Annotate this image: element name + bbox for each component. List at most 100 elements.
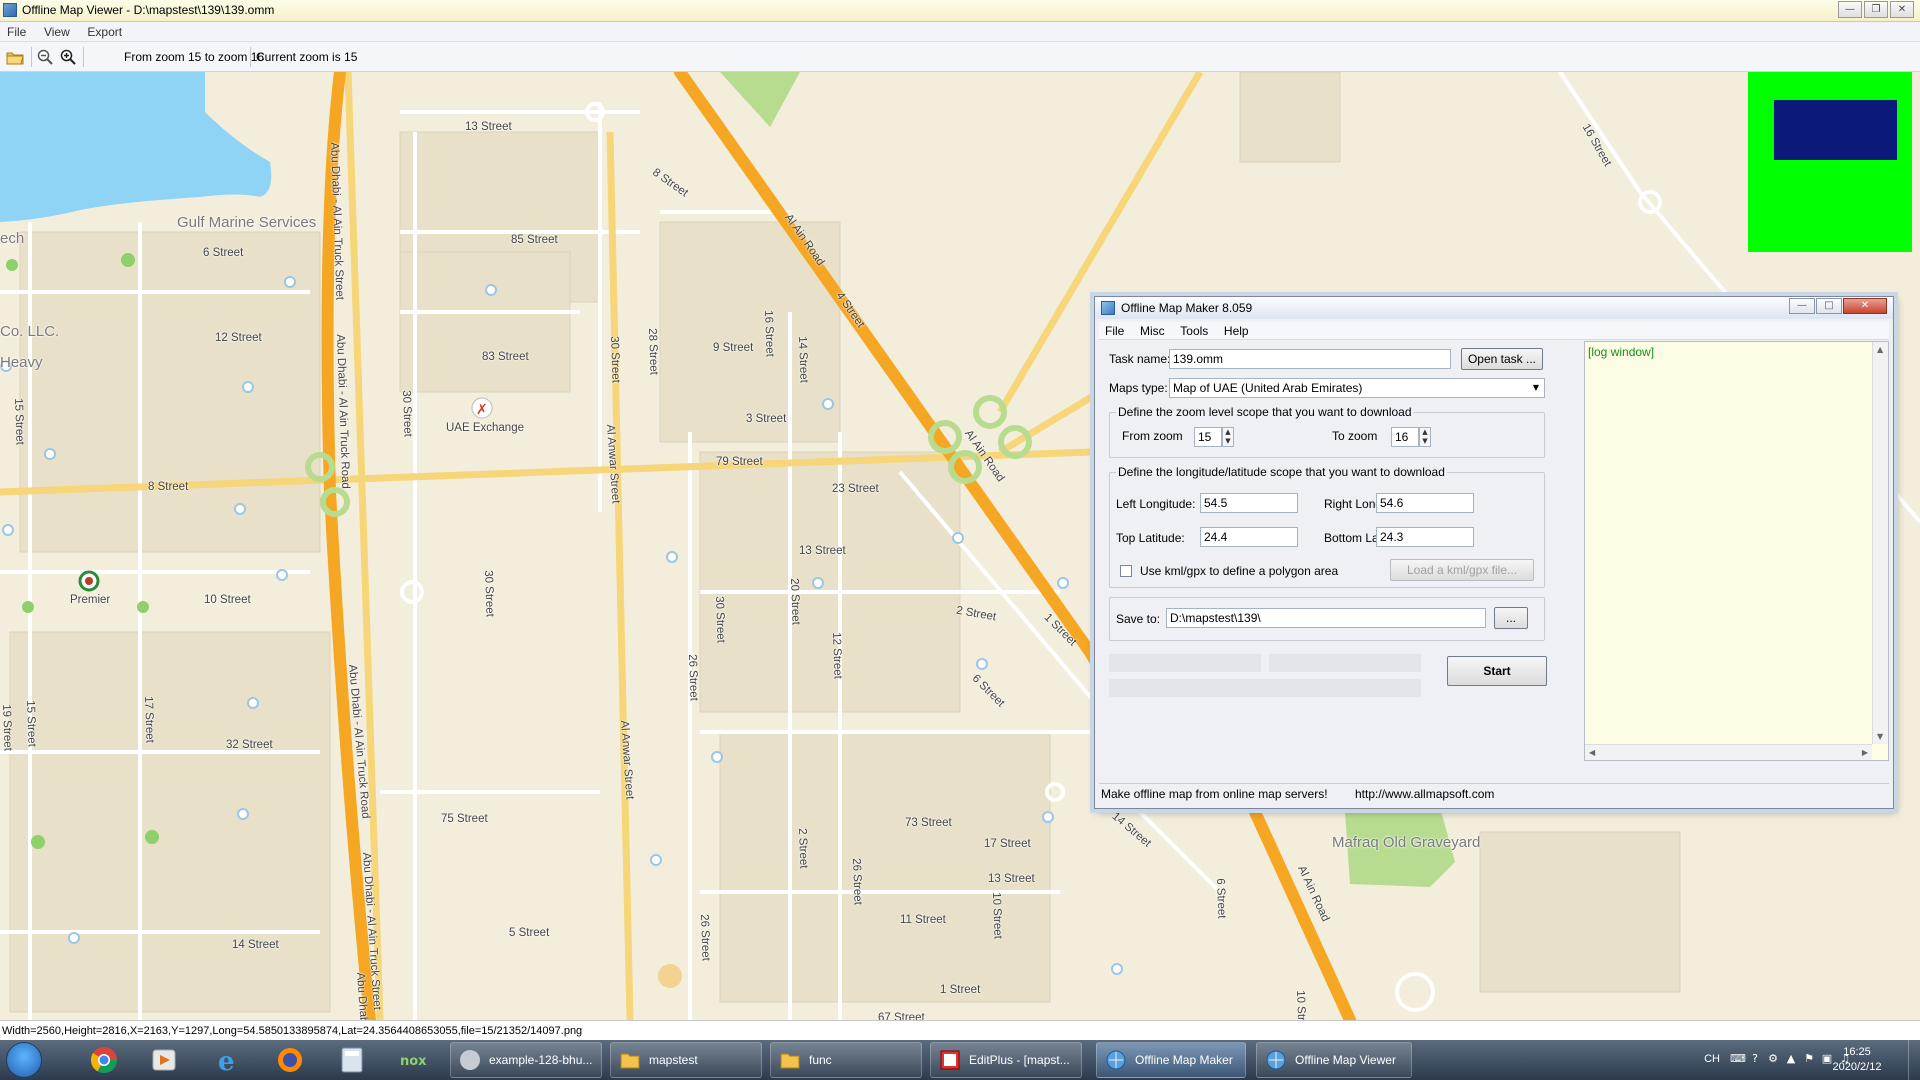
firefox-icon[interactable] bbox=[268, 1043, 312, 1077]
viewer-titlebar[interactable]: Offline Map Viewer - D:\mapstest\139\139… bbox=[0, 0, 1920, 22]
map-label: 26 Street bbox=[686, 654, 700, 702]
maker-minimize-button[interactable]: — bbox=[1789, 298, 1815, 314]
maker-status-url[interactable]: http://www.allmapsoft.com bbox=[1355, 787, 1494, 801]
scroll-down-icon[interactable]: ▼ bbox=[1877, 732, 1883, 741]
top-latitude-input[interactable]: 24.4 bbox=[1200, 527, 1298, 547]
maker-menu-help[interactable]: Help bbox=[1218, 322, 1255, 338]
keyboard-icon[interactable]: ⌨ bbox=[1730, 1052, 1746, 1066]
progress-bar-3 bbox=[1109, 679, 1421, 697]
system-tray: CH ⌨ ? ⚙ ▲ ⚑ ▣ ♫ 16:25 2020/2/12 bbox=[1620, 1040, 1920, 1080]
map-label: 3 Street bbox=[746, 413, 787, 425]
load-kml-button[interactable]: Load a kml/gpx file... bbox=[1390, 559, 1534, 581]
task-name-input[interactable]: 139.omm bbox=[1169, 349, 1451, 369]
help-icon[interactable]: ? bbox=[1748, 1052, 1762, 1066]
map-label: 10 Street bbox=[204, 594, 251, 606]
open-folder-icon[interactable] bbox=[5, 47, 25, 67]
zoom-in-icon[interactable] bbox=[58, 47, 78, 67]
zoom-out-icon[interactable] bbox=[35, 47, 55, 67]
maps-type-value: Map of UAE (United Arab Emirates) bbox=[1173, 381, 1363, 395]
map-label: UAE Exchange bbox=[446, 422, 524, 434]
from-zoom-spinner[interactable]: ▲ ▼ bbox=[1222, 427, 1234, 447]
media-player-icon[interactable] bbox=[142, 1043, 186, 1077]
scroll-up-icon[interactable]: ▲ bbox=[1877, 345, 1883, 354]
menu-file[interactable]: File bbox=[0, 22, 33, 39]
log-vertical-scrollbar[interactable]: ▲ ▼ bbox=[1872, 342, 1888, 744]
maker-maximize-button[interactable]: □ bbox=[1816, 298, 1842, 314]
scroll-right-icon[interactable]: ▶ bbox=[1862, 748, 1868, 757]
map-label: 20 Street bbox=[788, 578, 802, 626]
map-maker-window[interactable]: Offline Map Maker 8.059 — □ ✕ File Misc … bbox=[1094, 296, 1894, 809]
map-label: 75 Street bbox=[441, 813, 488, 825]
map-label: 17 Street bbox=[984, 838, 1031, 850]
close-button[interactable]: ✕ bbox=[1890, 1, 1914, 18]
left-longitude-input[interactable]: 54.5 bbox=[1200, 493, 1298, 513]
map-maker-titlebar[interactable]: Offline Map Maker 8.059 — □ ✕ bbox=[1095, 297, 1893, 319]
chrome-icon[interactable] bbox=[82, 1043, 126, 1077]
start-button[interactable] bbox=[6, 1042, 42, 1078]
map-label: 12 Street bbox=[830, 632, 844, 680]
overview-minimap[interactable] bbox=[1748, 72, 1912, 252]
show-hidden-icons-icon[interactable]: ▲ bbox=[1784, 1052, 1798, 1066]
svg-text:nox: nox bbox=[400, 1054, 427, 1069]
maker-close-button[interactable]: ✕ bbox=[1843, 298, 1887, 314]
maker-menu-tools[interactable]: Tools bbox=[1174, 322, 1214, 338]
map-label: 85 Street bbox=[511, 234, 558, 246]
right-longitude-input[interactable]: 54.6 bbox=[1376, 493, 1474, 513]
flag-icon[interactable]: ⚑ bbox=[1802, 1052, 1816, 1066]
bottom-latitude-input[interactable]: 24.3 bbox=[1376, 527, 1474, 547]
to-zoom-input[interactable]: 16 bbox=[1391, 427, 1419, 447]
maximize-button[interactable]: ❐ bbox=[1864, 1, 1888, 18]
map-label: 13 Street bbox=[465, 121, 512, 133]
map-viewer-icon bbox=[1266, 1050, 1286, 1070]
app-icon bbox=[3, 3, 17, 17]
minimize-button[interactable]: — bbox=[1838, 1, 1862, 18]
task-label: mapstest bbox=[649, 1053, 698, 1067]
scroll-left-icon[interactable]: ◀ bbox=[1589, 748, 1595, 757]
calculator-icon[interactable] bbox=[330, 1043, 374, 1077]
nox-icon[interactable]: nox bbox=[392, 1043, 436, 1077]
map-maker-icon bbox=[1106, 1050, 1126, 1070]
maker-menu-file[interactable]: File bbox=[1099, 322, 1130, 338]
window-title: Offline Map Viewer - D:\mapstest\139\139… bbox=[22, 3, 275, 17]
maps-type-select[interactable]: Map of UAE (United Arab Emirates) ▼ bbox=[1169, 378, 1545, 398]
task-editplus[interactable]: EditPlus - [mapst... bbox=[930, 1042, 1082, 1078]
map-label: 67 Street bbox=[878, 1012, 925, 1020]
map-label: 30 Street bbox=[400, 390, 414, 438]
maker-form: Task name: 139.omm Open task ... Maps ty… bbox=[1099, 341, 1581, 761]
menu-export[interactable]: Export bbox=[80, 22, 129, 39]
top-latitude-label: Top Latitude: bbox=[1116, 531, 1185, 545]
save-to-input[interactable]: D:\mapstest\139\ bbox=[1166, 608, 1486, 628]
overview-viewport-rect[interactable] bbox=[1774, 100, 1897, 160]
from-zoom-input[interactable]: 15 bbox=[1194, 427, 1222, 447]
task-mapstest[interactable]: mapstest bbox=[610, 1042, 762, 1078]
menu-view[interactable]: View bbox=[37, 22, 77, 39]
maker-menu-misc[interactable]: Misc bbox=[1134, 322, 1171, 338]
settings-icon[interactable]: ⚙ bbox=[1766, 1052, 1780, 1066]
task-func[interactable]: func bbox=[770, 1042, 922, 1078]
start-button[interactable]: Start bbox=[1447, 656, 1547, 686]
map-label: 9 Street bbox=[713, 342, 754, 354]
open-task-button[interactable]: Open task ... bbox=[1461, 348, 1543, 370]
task-example[interactable]: example-128-bhu... bbox=[450, 1042, 602, 1078]
to-zoom-spinner[interactable]: ▲ ▼ bbox=[1419, 427, 1431, 447]
kml-checkbox[interactable] bbox=[1120, 565, 1132, 577]
show-desktop-button[interactable] bbox=[1908, 1040, 1920, 1080]
map-label: 15 Street bbox=[12, 398, 26, 446]
viewer-menubar: File View Export bbox=[0, 22, 1920, 42]
task-offline-map-viewer[interactable]: Offline Map Viewer bbox=[1256, 1042, 1412, 1078]
zoom-range-text: From zoom 15 to zoom 16 bbox=[124, 50, 265, 64]
map-label: Co. LLC. bbox=[0, 323, 60, 340]
system-clock[interactable]: 16:25 2020/2/12 bbox=[1822, 1045, 1892, 1075]
internet-explorer-icon[interactable]: e bbox=[206, 1043, 250, 1077]
log-window[interactable]: [log window] ▲ ▼ ◀ ▶ bbox=[1584, 341, 1889, 761]
browse-button[interactable]: ... bbox=[1494, 607, 1528, 629]
language-indicator[interactable]: CH bbox=[1704, 1053, 1720, 1065]
chevron-down-icon[interactable]: ▼ bbox=[1528, 379, 1544, 397]
svg-text:e: e bbox=[218, 1047, 235, 1074]
map-label: 8 Street bbox=[148, 481, 189, 493]
current-zoom-text: Current zoom is 15 bbox=[256, 50, 358, 64]
map-label: 79 Street bbox=[716, 456, 763, 468]
log-horizontal-scrollbar[interactable]: ◀ ▶ bbox=[1585, 744, 1872, 760]
viewer-statusbar: Width=2560,Height=2816,X=2163,Y=1297,Lon… bbox=[0, 1020, 1920, 1040]
task-offline-map-maker[interactable]: Offline Map Maker bbox=[1096, 1042, 1246, 1078]
